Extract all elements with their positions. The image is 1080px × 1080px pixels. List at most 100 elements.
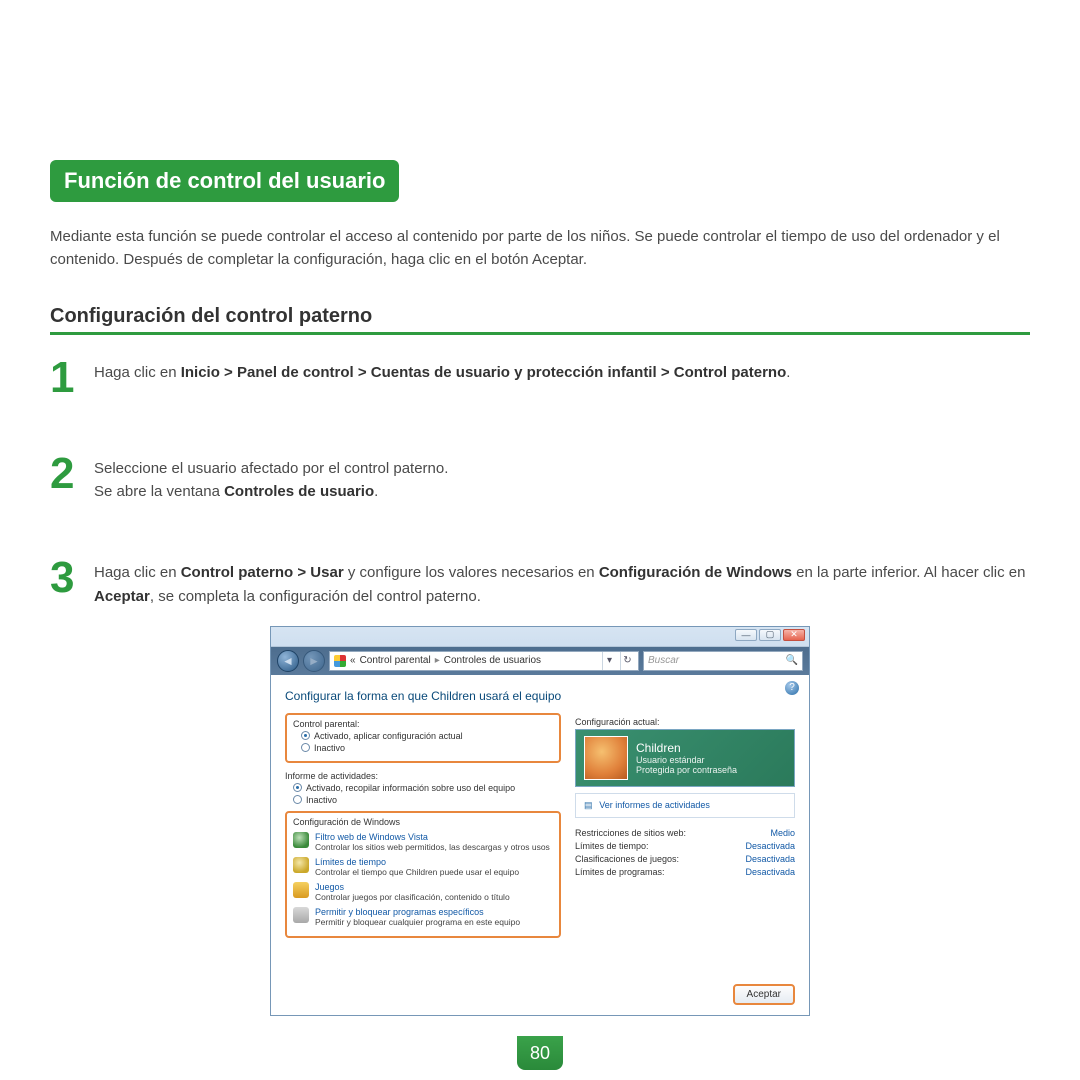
search-icon: 🔍 (786, 655, 798, 666)
page-number: 80 (517, 1036, 563, 1070)
forward-button[interactable]: ► (303, 650, 325, 672)
window-content: ? Configurar la forma en que Children us… (271, 675, 809, 1015)
step-number: 1 (50, 357, 84, 399)
text-bold: Controles de usuario (224, 483, 374, 500)
windows-settings-group: Configuración de Windows Filtro web de W… (285, 811, 561, 938)
status-value: Desactivada (745, 867, 795, 877)
view-reports-link[interactable]: ▤ Ver informes de actividades (575, 793, 795, 818)
radio-report-on[interactable]: Activado, recopilar información sobre us… (293, 783, 561, 793)
step-1: 1 Haga clic en Inicio > Panel de control… (50, 357, 1030, 399)
shield-icon (334, 655, 346, 667)
text: . (786, 364, 790, 381)
content-heading: Configurar la forma en que Children usar… (285, 689, 795, 703)
text: . (374, 483, 378, 500)
breadcrumb-item[interactable]: Control parental (360, 655, 431, 666)
radio-icon (293, 795, 302, 804)
radio-label: Activado, aplicar configuración actual (314, 731, 463, 741)
group-label: Control parental: (293, 719, 553, 729)
status-row: Límites de tiempo: Desactivada (575, 841, 795, 851)
ok-button[interactable]: Aceptar (733, 984, 795, 1005)
refresh-icon[interactable]: ↻ (620, 652, 634, 670)
settings-item-games[interactable]: JuegosControlar juegos por clasificación… (293, 882, 553, 902)
settings-item-timelimits[interactable]: Límites de tiempoControlar el tiempo que… (293, 857, 553, 877)
radio-label: Inactivo (314, 743, 345, 753)
globe-icon (293, 832, 309, 848)
search-placeholder: Buscar (648, 655, 679, 666)
window-controls: — ▢ ✕ (735, 629, 805, 641)
clock-icon (293, 857, 309, 873)
status-label: Límites de tiempo: (575, 841, 649, 851)
text: Seleccione el usuario afectado por el co… (94, 460, 448, 477)
item-title: Juegos (315, 882, 510, 892)
status-value: Medio (770, 828, 795, 838)
intro-paragraph: Mediante esta función se puede controlar… (50, 226, 1030, 271)
text: Haga clic en (94, 564, 181, 581)
close-button[interactable]: ✕ (783, 629, 805, 641)
radio-icon (301, 731, 310, 740)
step-body: Seleccione el usuario afectado por el co… (94, 453, 448, 504)
step-3: 3 Haga clic en Control paterno > Usar y … (50, 557, 1030, 608)
games-icon (293, 882, 309, 898)
radio-icon (301, 743, 310, 752)
step-body: Haga clic en Inicio > Panel de control >… (94, 357, 790, 399)
subheading: Configuración del control paterno (50, 305, 1030, 335)
item-desc: Controlar juegos por clasificación, cont… (315, 892, 510, 902)
avatar (584, 736, 628, 780)
radio-report-off[interactable]: Inactivo (293, 795, 561, 805)
user-password-status: Protegida por contraseña (636, 765, 737, 775)
step-2: 2 Seleccione el usuario afectado por el … (50, 453, 1030, 504)
address-bar: ◄ ► « Control parental ▸ Controles de us… (271, 647, 809, 675)
item-desc: Permitir y bloquear cualquier programa e… (315, 917, 520, 927)
settings-item-programs[interactable]: Permitir y bloquear programas específico… (293, 907, 553, 927)
status-label: Límites de programas: (575, 867, 665, 877)
radio-label: Activado, recopilar información sobre us… (306, 783, 515, 793)
text: y configure los valores necesarios en (344, 564, 599, 581)
ok-button-wrap: Aceptar (733, 984, 795, 1005)
text: en la parte inferior. Al hacer clic en (792, 564, 1025, 581)
status-value: Desactivada (745, 854, 795, 864)
user-name: Children (636, 741, 737, 755)
vista-window: — ▢ ✕ ◄ ► « Control parental ▸ Controles… (270, 626, 810, 1016)
text: Haga clic en (94, 364, 181, 381)
status-row: Restricciones de sitios web:Medio (575, 828, 795, 838)
status-row: Clasificaciones de juegos:Desactivada (575, 854, 795, 864)
text-bold: Aceptar (94, 588, 150, 605)
link-text: Ver informes de actividades (599, 800, 710, 810)
search-input[interactable]: Buscar 🔍 (643, 651, 803, 671)
window-titlebar: — ▢ ✕ (271, 627, 809, 647)
radio-label: Inactivo (306, 795, 337, 805)
group-label: Configuración de Windows (293, 817, 553, 827)
settings-item-webfilter[interactable]: Filtro web de Windows VistaControlar los… (293, 832, 553, 852)
minimize-button[interactable]: — (735, 629, 757, 641)
step-number: 3 (50, 557, 84, 608)
status-row: Límites de programas: Desactivada (575, 867, 795, 877)
step-number: 2 (50, 453, 84, 504)
maximize-button[interactable]: ▢ (759, 629, 781, 641)
breadcrumb-dropdown-icon[interactable]: ▾ (602, 652, 616, 670)
item-title: Filtro web de Windows Vista (315, 832, 550, 842)
user-role: Usuario estándar (636, 755, 737, 765)
parental-control-group: Control parental: Activado, aplicar conf… (285, 713, 561, 763)
item-desc: Controlar los sitios web permitidos, las… (315, 842, 550, 852)
text: Se abre la ventana (94, 483, 224, 500)
item-title: Permitir y bloquear programas específico… (315, 907, 520, 917)
text-bold: Control paterno > Usar (181, 564, 344, 581)
path-text: Inicio > Panel de control > Cuentas de u… (181, 364, 787, 381)
status-grid: Restricciones de sitios web:Medio Límite… (575, 828, 795, 877)
user-card: Children Usuario estándar Protegida por … (575, 729, 795, 787)
breadcrumb-sep: « (350, 655, 356, 666)
breadcrumb-box[interactable]: « Control parental ▸ Controles de usuari… (329, 651, 639, 671)
status-value: Desactivada (745, 841, 795, 851)
step-body: Haga clic en Control paterno > Usar y co… (94, 557, 1030, 608)
help-icon[interactable]: ? (785, 681, 799, 695)
current-config-label: Configuración actual: (575, 717, 795, 727)
lock-icon (293, 907, 309, 923)
back-button[interactable]: ◄ (277, 650, 299, 672)
breadcrumb-item[interactable]: Controles de usuarios (444, 655, 541, 666)
text-bold: Configuración de Windows (599, 564, 792, 581)
text: , se completa la configuración del contr… (150, 588, 481, 605)
radio-option-active[interactable]: Activado, aplicar configuración actual (301, 731, 553, 741)
item-title: Límites de tiempo (315, 857, 519, 867)
radio-option-inactive[interactable]: Inactivo (301, 743, 553, 753)
activity-report-label: Informe de actividades: (285, 771, 561, 781)
